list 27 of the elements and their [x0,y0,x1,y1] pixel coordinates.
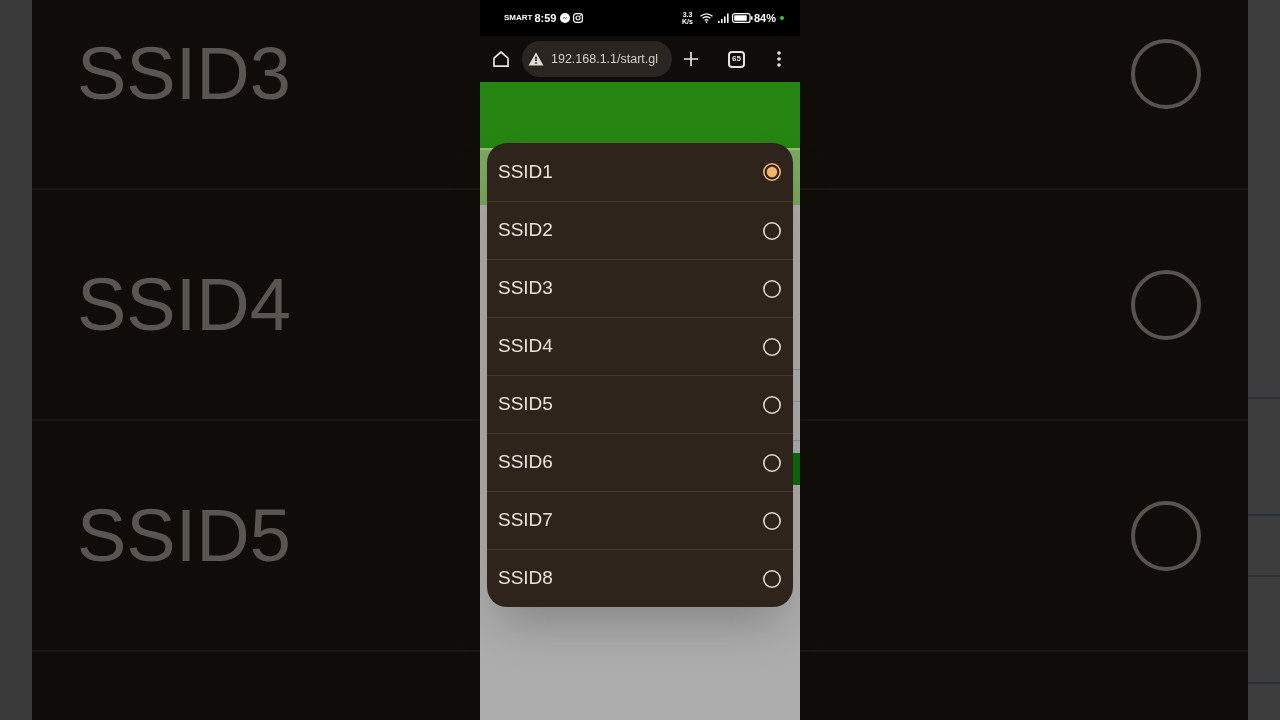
ssid-option[interactable]: SSID6 [487,433,793,491]
ssid-option[interactable]: SSID5 [487,375,793,433]
carrier-label: SMART [504,14,533,22]
signal-icon [717,13,729,23]
battery-percent: 84% [753,12,776,24]
home-icon[interactable] [492,50,510,68]
tab-switcher-button[interactable]: 65 [728,50,745,68]
address-bar[interactable]: 192.168.1.1/start.gl [522,41,672,77]
camera-icon [573,13,584,23]
button-edge [793,453,800,485]
ssid-option[interactable]: SSID2 [487,201,793,259]
backdrop-label: SSID5 [77,498,291,573]
more-icon[interactable] [777,51,781,67]
ssid-option[interactable]: SSID7 [487,491,793,549]
backdrop-label: SSID3 [77,36,291,111]
clock-time: 8:59 [534,12,557,24]
chat-bubble-icon [560,13,571,23]
dot-icon [780,16,784,20]
ssid-option[interactable]: SSID1 [487,143,793,201]
plus-icon[interactable] [683,51,699,67]
ssid-option[interactable]: SSID4 [487,317,793,375]
warning-icon [528,52,544,66]
backdrop-label: SSID4 [77,267,291,342]
wifi-icon [699,13,713,23]
ssid-option[interactable]: SSID8 [487,549,793,607]
ssid-option[interactable]: SSID3 [487,259,793,317]
battery-icon [731,13,753,23]
